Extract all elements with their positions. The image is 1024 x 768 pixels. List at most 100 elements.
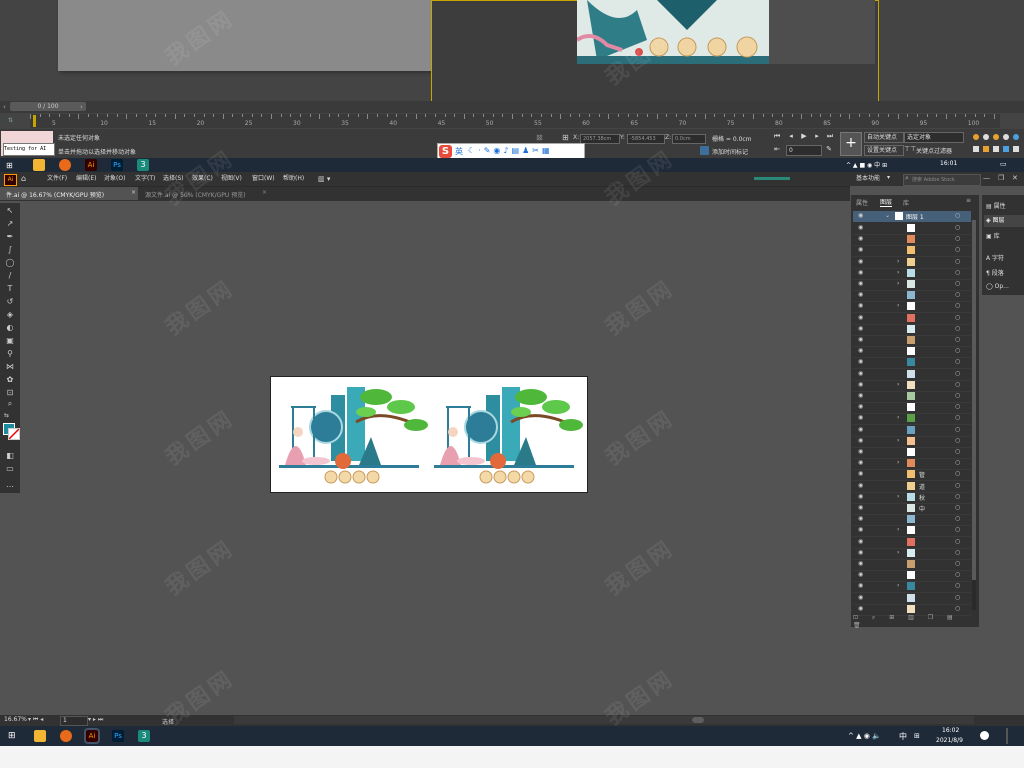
expand-chevron-icon[interactable]: › <box>897 437 899 444</box>
browser-icon[interactable] <box>60 730 72 742</box>
visibility-eye-icon[interactable]: ◉ <box>858 605 863 612</box>
target-circle-icon[interactable]: ○ <box>955 426 960 433</box>
notification-center-icon[interactable] <box>980 731 989 740</box>
layer-row[interactable]: ◉ › ○ <box>853 279 971 291</box>
curvature-tool-icon[interactable]: ∫ <box>5 245 15 254</box>
layer-row[interactable]: ◉ ○ <box>853 402 971 415</box>
target-circle-icon[interactable]: ○ <box>955 392 960 399</box>
target-circle-icon[interactable]: ○ <box>955 235 960 242</box>
zoom-level-field[interactable]: 16.67% <box>4 716 27 723</box>
pen-tool-icon[interactable]: ✒ <box>5 232 15 241</box>
visibility-eye-icon[interactable]: ◉ <box>858 538 863 545</box>
expand-chevron-icon[interactable]: › <box>897 493 899 500</box>
layer-row[interactable]: ◉ ○ <box>853 425 971 437</box>
visibility-eye-icon[interactable]: ◉ <box>858 482 863 489</box>
panel-opentype[interactable]: ◯ Op... <box>986 283 1009 290</box>
illustrator-taskbar-icon[interactable]: Ai <box>85 159 97 171</box>
menu-type[interactable]: 文字(T) <box>135 173 155 185</box>
target-circle-icon[interactable]: ○ <box>955 280 960 287</box>
visibility-eye-icon[interactable]: ◉ <box>858 212 863 219</box>
visibility-eye-icon[interactable]: ◉ <box>858 515 863 522</box>
visibility-eye-icon[interactable]: ◉ <box>858 504 863 511</box>
selection-tool-icon[interactable]: ↖ <box>5 206 15 215</box>
layer-row[interactable]: ◉ ○ <box>853 335 971 347</box>
workspace-switcher[interactable]: 基本功能 <box>856 174 880 184</box>
visibility-eye-icon[interactable]: ◉ <box>858 560 863 567</box>
panel-character[interactable]: A 字符 <box>986 253 1004 262</box>
target-circle-icon[interactable]: ○ <box>955 224 960 231</box>
file-explorer-icon[interactable] <box>34 730 46 742</box>
screen-mode-icon[interactable]: ▭ <box>5 464 15 473</box>
expand-chevron-icon[interactable]: › <box>897 526 899 533</box>
layer-row[interactable]: ◉ ○ <box>853 357 971 370</box>
rotate-tool-icon[interactable]: ↺ <box>5 297 15 306</box>
visibility-eye-icon[interactable]: ◉ <box>858 314 863 321</box>
panel-tab-layers[interactable]: 图层 <box>880 197 893 207</box>
stroke-color-swatch[interactable] <box>8 428 20 440</box>
layer-row[interactable]: ◉ ○ <box>853 447 971 459</box>
layer-row[interactable]: ◉ › ○ <box>853 525 971 538</box>
layer-row[interactable]: ◉ › ○ <box>853 380 971 392</box>
adobe-stock-search[interactable]: 搜索 Adobe Stock <box>903 174 981 186</box>
prev-frame-icon[interactable]: ◂ <box>786 132 796 140</box>
visibility-eye-icon[interactable]: ◉ <box>858 526 863 533</box>
visibility-eye-icon[interactable]: ◉ <box>858 224 863 231</box>
artboard-number-field[interactable]: 1 <box>60 716 88 726</box>
expand-chevron-icon[interactable]: › <box>897 258 899 265</box>
visibility-eye-icon[interactable]: ◉ <box>858 347 863 354</box>
expand-chevron-icon[interactable]: › <box>897 582 899 589</box>
expand-chevron-icon[interactable]: › <box>897 269 899 276</box>
more-tools-icon[interactable]: … <box>5 480 15 489</box>
artboard-nav-icons[interactable]: ▾ ▸ ⏭ <box>88 716 103 724</box>
target-circle-icon[interactable]: ○ <box>955 582 960 589</box>
layer-row-top[interactable]: ◉ ⌄ 图层 1 ○ <box>853 211 971 222</box>
current-frame-field[interactable]: 0 <box>786 145 822 156</box>
key-mode-icon[interactable]: ⇤ <box>772 145 782 153</box>
layer-row[interactable]: ◉ ○ <box>853 313 971 325</box>
panel-tab-libraries[interactable]: 库 <box>903 198 909 207</box>
photoshop-taskbar-icon[interactable]: Ps <box>112 730 124 742</box>
expand-chevron-icon[interactable]: › <box>897 459 899 466</box>
visibility-eye-icon[interactable]: ◉ <box>858 235 863 242</box>
visibility-eye-icon[interactable]: ◉ <box>858 336 863 343</box>
panel-menu-icon[interactable]: ≡ <box>966 197 971 204</box>
visibility-eye-icon[interactable]: ◉ <box>858 437 863 444</box>
key-filter-icon[interactable]: ⊤⊤ <box>904 145 916 153</box>
artboard[interactable] <box>270 376 588 493</box>
target-circle-icon[interactable]: ○ <box>955 594 960 601</box>
layer-row[interactable]: ◉ › 秋 ○ <box>853 492 971 504</box>
warp-tool-icon[interactable]: ◐ <box>5 323 15 332</box>
layer-row[interactable]: ◉ 管 ○ <box>853 469 971 482</box>
visibility-eye-icon[interactable]: ◉ <box>858 392 863 399</box>
layer-row[interactable]: ◉ ○ <box>853 346 971 359</box>
artboard-tool-icon[interactable]: ⊡ <box>5 388 15 397</box>
layer-row[interactable]: ◉ › ○ <box>853 413 971 426</box>
visibility-eye-icon[interactable]: ◉ <box>858 414 863 421</box>
target-circle-icon[interactable]: ○ <box>955 269 960 276</box>
layer-row[interactable]: ◉ › ○ <box>853 301 971 314</box>
target-circle-icon[interactable]: ○ <box>955 437 960 444</box>
visibility-eye-icon[interactable]: ◉ <box>858 426 863 433</box>
layer-row[interactable]: ◉ ○ <box>853 324 971 336</box>
keyboard-icon[interactable]: ⊞ <box>914 732 920 740</box>
visibility-eye-icon[interactable]: ◉ <box>858 258 863 265</box>
notification-icon[interactable]: ▭ <box>1000 160 1007 168</box>
ime-indicator[interactable]: 中 <box>899 731 907 742</box>
layers-scrollbar[interactable] <box>972 220 976 610</box>
target-circle-icon[interactable]: ○ <box>955 403 960 410</box>
target-circle-icon[interactable]: ○ <box>955 325 960 332</box>
target-circle-icon[interactable]: ○ <box>955 246 960 253</box>
target-circle-icon[interactable]: ○ <box>955 549 960 556</box>
target-circle-icon[interactable]: ○ <box>955 560 960 567</box>
target-circle-icon[interactable]: ○ <box>955 314 960 321</box>
layer-row[interactable]: ◉ › ○ <box>853 458 971 471</box>
visibility-eye-icon[interactable]: ◉ <box>858 549 863 556</box>
visibility-eye-icon[interactable]: ◉ <box>858 291 863 298</box>
target-circle-icon[interactable]: ○ <box>955 336 960 343</box>
visibility-eye-icon[interactable]: ◉ <box>858 325 863 332</box>
draw-mode-icon[interactable]: ◧ <box>5 451 15 460</box>
target-circle-icon[interactable]: ○ <box>955 605 960 612</box>
layer-row[interactable]: ◉ › ○ <box>853 268 971 280</box>
target-circle-icon[interactable]: ○ <box>955 381 960 388</box>
layer-name[interactable]: 图层 1 <box>906 212 924 221</box>
